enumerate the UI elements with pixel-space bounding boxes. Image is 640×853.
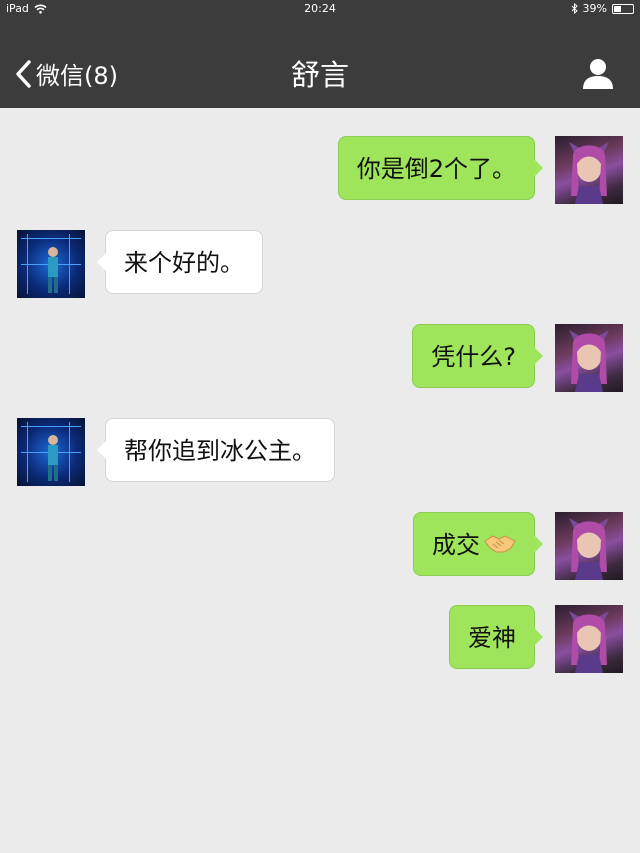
my-avatar[interactable]: [555, 136, 623, 204]
my-avatar[interactable]: [555, 512, 623, 580]
portrait-image: [569, 518, 609, 580]
status-time: 20:24: [304, 2, 336, 15]
incoming-message-bubble[interactable]: 来个好的。: [97, 230, 263, 294]
message-text: 爱神: [468, 624, 516, 652]
my-avatar[interactable]: [555, 324, 623, 392]
message-text: 你是倒2个了。: [356, 155, 516, 183]
message-text: 成交: [432, 531, 480, 559]
bluetooth-icon: [571, 3, 578, 14]
contact-avatar[interactable]: [17, 230, 85, 298]
outgoing-message-bubble[interactable]: 爱神: [449, 605, 543, 669]
message-text: 凭什么?: [431, 343, 516, 371]
chat-title: 舒言: [290, 58, 349, 92]
portrait-image: [569, 611, 609, 673]
battery-percent: 39%: [582, 2, 607, 15]
incoming-message-bubble[interactable]: 帮你追到冰公主。: [97, 418, 335, 482]
portrait-image: [569, 142, 609, 204]
contact-profile-icon[interactable]: [580, 56, 616, 92]
portrait-image: [21, 234, 81, 294]
contact-avatar[interactable]: [17, 418, 85, 486]
portrait-image: [569, 330, 609, 392]
nav-bar: 微信(8) 舒言: [0, 18, 640, 108]
message-text: 来个好的。: [124, 249, 244, 277]
battery-fill: [614, 5, 622, 12]
message-text: 帮你追到冰公主。: [124, 437, 316, 465]
outgoing-message-bubble[interactable]: 凭什么?: [412, 324, 543, 388]
battery-icon: [612, 3, 634, 14]
outgoing-message-bubble[interactable]: 你是倒2个了。: [337, 136, 544, 200]
portrait-image: [21, 422, 81, 482]
handshake-icon: [484, 514, 516, 578]
my-avatar[interactable]: [555, 605, 623, 673]
status-bar: iPad 20:24 39%: [0, 0, 640, 18]
outgoing-message-bubble[interactable]: 成交: [413, 512, 543, 578]
